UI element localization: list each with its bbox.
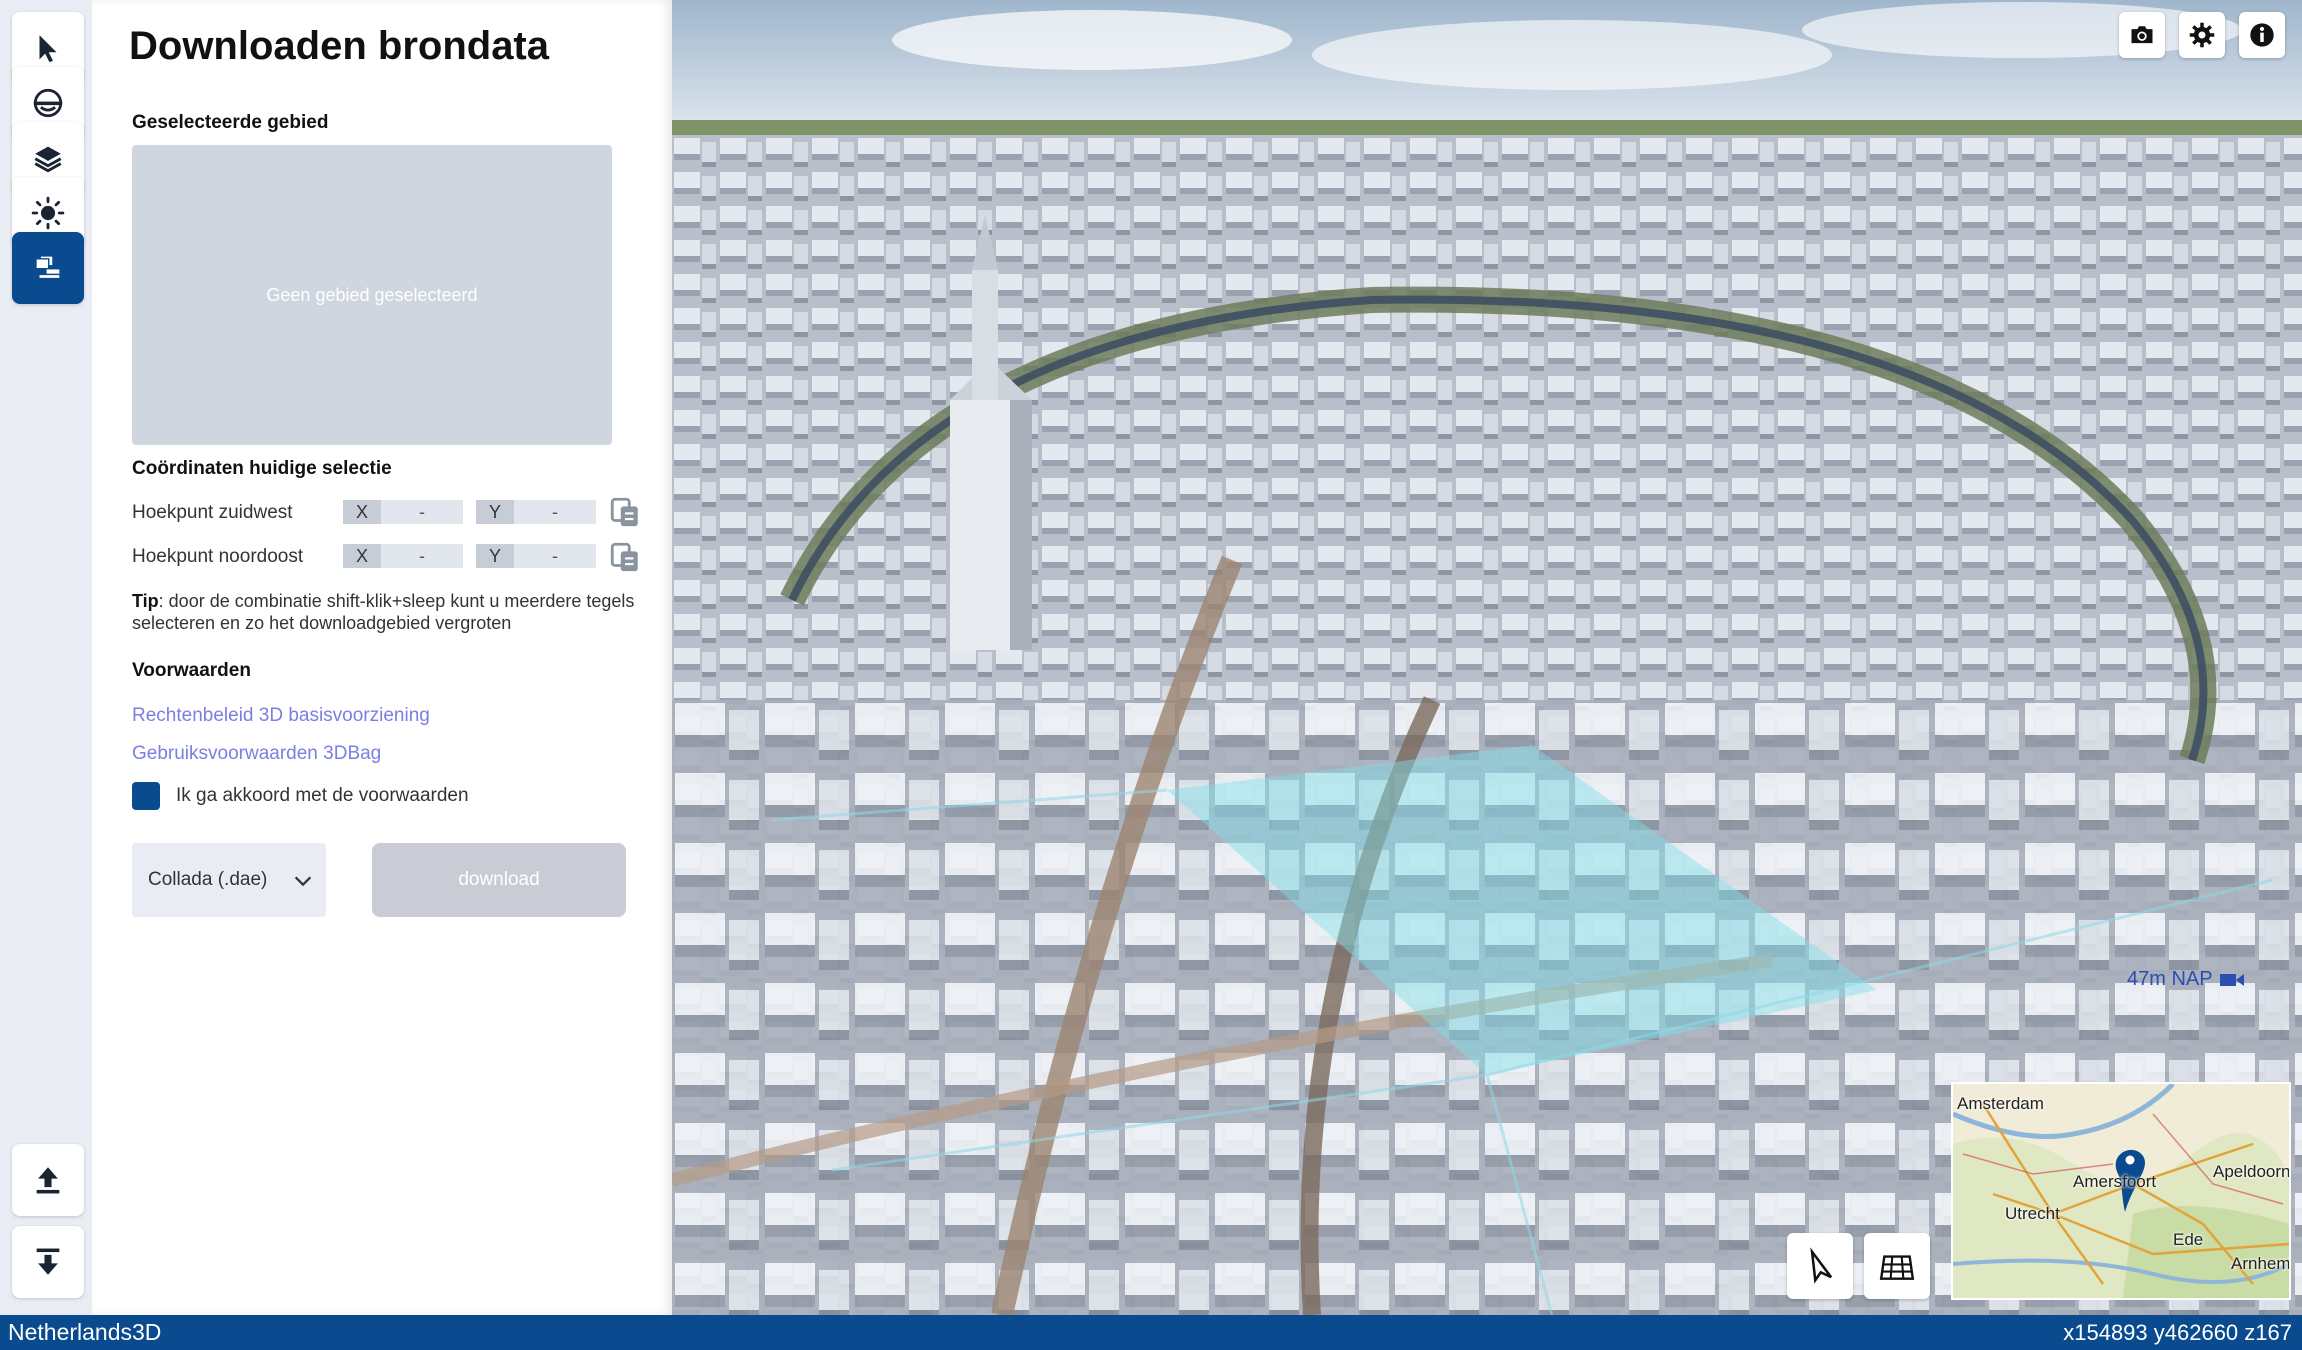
corner-ne-y-field[interactable]: Y - xyxy=(476,544,596,568)
corner-ne-x-field[interactable]: X - xyxy=(343,544,463,568)
format-dropdown[interactable]: Collada (.dae) xyxy=(132,843,326,917)
layers-icon xyxy=(34,146,62,173)
sun-icon xyxy=(31,196,65,230)
screenshot-button[interactable] xyxy=(2119,12,2165,58)
conditions-heading: Voorwaarden xyxy=(132,660,251,681)
tip-bold: Tip xyxy=(132,591,159,611)
height-readout: 47m NAP xyxy=(2127,968,2245,991)
status-bar: Netherlands3D x154893 y462660 z167 xyxy=(0,1315,2302,1350)
corner-sw-y-value: - xyxy=(552,501,558,522)
import-tool-button[interactable] xyxy=(12,1226,84,1298)
map-label-apeldoorn: Apeldoorn xyxy=(2213,1162,2291,1181)
camera-icon xyxy=(2131,26,2153,44)
download-button[interactable]: download xyxy=(372,843,626,917)
panel-title: Downloaden brondata xyxy=(129,24,549,68)
copy-sw-icon[interactable] xyxy=(608,495,642,529)
x-axis-tag: X xyxy=(343,500,381,524)
download-data-icon xyxy=(36,256,60,278)
corner-ne-x-value: - xyxy=(419,545,425,566)
y-axis-tag: Y xyxy=(476,500,514,524)
app-name: Netherlands3D xyxy=(8,1319,162,1345)
agree-label: Ik ga akkoord met de voorwaarden xyxy=(176,785,469,806)
copy-ne-icon[interactable] xyxy=(608,540,642,574)
video-camera-icon xyxy=(2219,973,2244,986)
corner-ne-y-value: - xyxy=(552,545,558,566)
download-panel: Downloaden brondata Geselecteerde gebied… xyxy=(92,0,672,1315)
terms-of-use-link[interactable]: Gebruiksvoorwaarden 3DBag xyxy=(132,743,381,765)
tip-text: Tip: door de combinatie shift-klik+sleep… xyxy=(132,590,672,634)
nap-value: 47m NAP xyxy=(2127,968,2213,990)
underground-icon xyxy=(33,88,63,118)
download-tool-button[interactable] xyxy=(12,232,84,304)
minimap[interactable]: Amsterdam Amersfoort Apeldoorn Utrecht E… xyxy=(1951,1082,2291,1300)
selected-area-heading: Geselecteerde gebied xyxy=(132,112,329,133)
upload-tool-button[interactable] xyxy=(12,1144,84,1216)
grid-mode-button[interactable] xyxy=(1864,1233,1930,1299)
upload-icon xyxy=(36,1167,60,1194)
area-placeholder: Geen gebied geselecteerd xyxy=(266,284,478,305)
rights-policy-link[interactable]: Rechtenbeleid 3D basisvoorziening xyxy=(132,705,430,727)
settings-button[interactable] xyxy=(2179,12,2225,58)
corner-sw-x-value: - xyxy=(419,501,425,522)
map-label-amsterdam: Amsterdam xyxy=(1957,1094,2044,1113)
coordinates-readout: x154893 y462660 z167 xyxy=(2063,1320,2292,1345)
agree-checkbox[interactable] xyxy=(132,782,160,810)
corner-sw-x-field[interactable]: X - xyxy=(343,500,463,524)
info-icon xyxy=(2250,23,2274,47)
map-label-ede: Ede xyxy=(2173,1230,2204,1249)
map-label-utrecht: Utrecht xyxy=(2005,1204,2060,1223)
chevron-down-icon xyxy=(294,876,312,887)
gear-icon xyxy=(2189,22,2215,48)
map-label-amersfoort: Amersfoort xyxy=(2073,1172,2157,1191)
coords-heading: Coördinaten huidige selectie xyxy=(132,458,392,479)
info-button[interactable] xyxy=(2239,12,2285,58)
left-toolbar xyxy=(0,0,92,1315)
corner-sw-label: Hoekpunt zuidwest xyxy=(132,502,293,523)
corner-ne-label: Hoekpunt noordoost xyxy=(132,546,304,567)
tip-body: : door de combinatie shift-klik+sleep ku… xyxy=(132,591,635,633)
format-selected-value: Collada (.dae) xyxy=(148,869,268,890)
y-axis-tag: Y xyxy=(476,544,514,568)
download-arrow-icon xyxy=(36,1248,60,1275)
3d-viewport[interactable]: 47m NAP Amsterdam Amersfoort Apeldoorn U… xyxy=(672,0,2302,1315)
map-label-arnhem: Arnhem xyxy=(2231,1254,2291,1273)
app-window: Downloaden brondata Geselecteerde gebied… xyxy=(0,0,2302,1350)
selected-area-preview: Geen gebied geselecteerd xyxy=(132,145,612,445)
grid-icon xyxy=(1879,1255,1915,1280)
corner-sw-y-field[interactable]: Y - xyxy=(476,500,596,524)
cursor-icon xyxy=(39,35,57,63)
pointer-icon xyxy=(1810,1247,1833,1284)
x-axis-tag: X xyxy=(343,544,381,568)
pointer-mode-button[interactable] xyxy=(1787,1233,1853,1299)
